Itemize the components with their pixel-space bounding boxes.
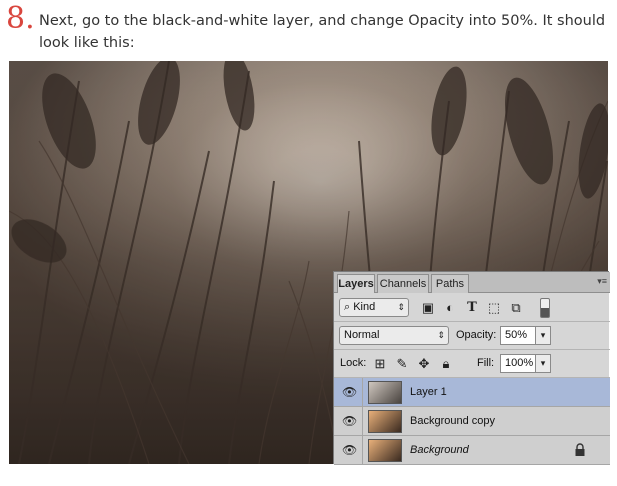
lock-label: Lock: <box>340 357 367 369</box>
opacity-label: Opacity: <box>456 329 497 341</box>
tab-paths[interactable]: Paths <box>431 274 469 293</box>
lock-row: Lock: ⊞ ✎ ✥ 🔒︎ Fill: 100% ▾ <box>334 350 610 378</box>
filter-kind-select[interactable]: ⌕ Kind ⇕ <box>339 298 409 317</box>
eye-icon[interactable]: 👁︎ <box>342 385 357 399</box>
filter-row: ⌕ Kind ⇕ ▣ ◐ T ⬚ ⧉ <box>334 294 610 322</box>
layer-thumbnail <box>368 410 402 433</box>
lock-position-icon[interactable]: ✥ <box>416 356 432 372</box>
filter-type-layers-icon[interactable]: T <box>464 300 480 316</box>
layers-panel: Layers Channels Paths ▾≡ ⌕ Kind ⇕ ▣ ◐ T … <box>333 271 610 465</box>
chevron-updown-icon: ⇕ <box>397 302 405 312</box>
opacity-input[interactable]: 50% <box>500 326 536 345</box>
layer-thumbnail <box>368 381 402 404</box>
fill-label: Fill: <box>477 357 495 369</box>
step-number: 8. <box>6 1 35 36</box>
fill-dropdown-button[interactable]: ▾ <box>535 354 551 373</box>
layer-divider <box>362 407 363 436</box>
filter-adjustment-layers-icon[interactable]: ◐ <box>442 300 458 316</box>
lock-transparent-pixels-icon[interactable]: ⊞ <box>372 356 388 372</box>
eye-icon[interactable]: 👁︎ <box>342 414 357 428</box>
filter-smart-objects-icon[interactable]: ⧉ <box>508 300 524 316</box>
chevron-updown-icon: ⇕ <box>437 330 445 340</box>
filter-toggle-switch[interactable] <box>540 298 550 318</box>
eye-icon[interactable]: 👁︎ <box>342 443 357 457</box>
layer-divider <box>362 436 363 465</box>
layer-thumbnail <box>368 439 402 462</box>
tab-channels[interactable]: Channels <box>377 274 429 293</box>
fill-input[interactable]: 100% <box>500 354 536 373</box>
step-instruction: Next, go to the black-and-white layer, a… <box>39 13 606 51</box>
layer-name: Background <box>410 444 469 456</box>
layer-name: Background copy <box>410 415 495 427</box>
blend-mode-select[interactable]: Normal ⇕ <box>339 326 449 345</box>
filter-kind-label: Kind <box>353 301 376 313</box>
tab-layers[interactable]: Layers <box>337 274 375 293</box>
filter-search-icon: ⌕ <box>344 301 354 313</box>
blend-row: Normal ⇕ Opacity: 50% ▾ <box>334 322 610 350</box>
layer-row-background[interactable]: 👁︎ Background <box>334 436 610 465</box>
panel-tab-bar: Layers Channels Paths ▾≡ <box>334 272 610 293</box>
step-heading: 8. Next, go to the black-and-white layer… <box>6 4 614 54</box>
filter-pixel-layers-icon[interactable]: ▣ <box>420 300 436 316</box>
layer-name: Layer 1 <box>410 386 447 398</box>
opacity-dropdown-button[interactable]: ▾ <box>535 326 551 345</box>
blend-mode-value: Normal <box>344 329 380 341</box>
lock-all-icon[interactable]: 🔒︎ <box>438 356 454 372</box>
layer-row-background-copy[interactable]: 👁︎ Background copy <box>334 407 610 436</box>
panel-menu-icon[interactable]: ▾≡ <box>597 276 607 287</box>
lock-icon <box>575 443 585 456</box>
layer-divider <box>362 378 363 407</box>
filter-shape-layers-icon[interactable]: ⬚ <box>486 300 502 316</box>
lock-image-pixels-icon[interactable]: ✎ <box>394 356 410 372</box>
layer-row-layer-1[interactable]: 👁︎ Layer 1 <box>334 378 610 407</box>
